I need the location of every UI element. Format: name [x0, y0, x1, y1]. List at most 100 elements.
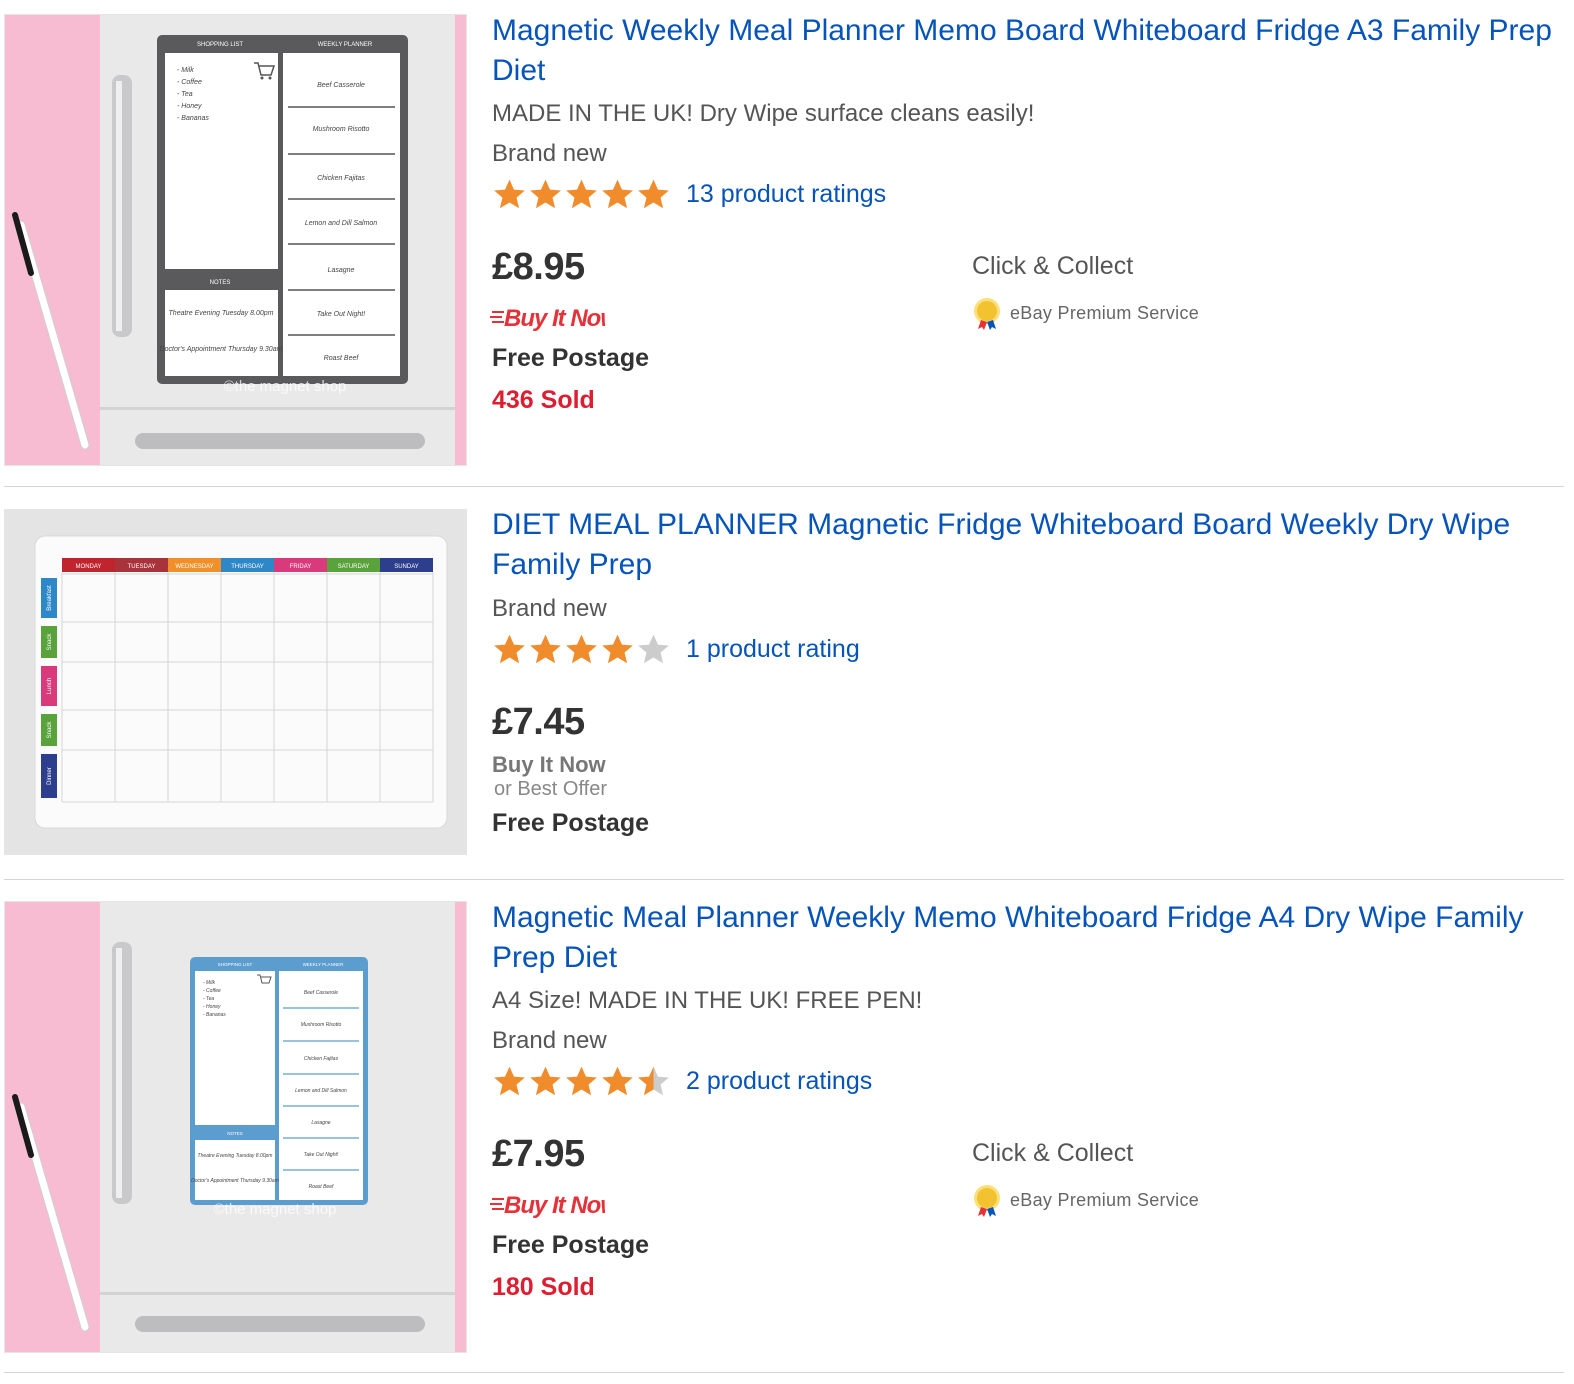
meal-text: Lasagne [311, 1120, 330, 1126]
planner-photo: SHOPPING LIST WEEKLY PLANNER - Milk - Co… [5, 902, 466, 1352]
click-collect-label: Click & Collect [972, 252, 1134, 280]
meal-text: Beef Casserole [317, 82, 365, 89]
star-filled-icon [566, 179, 597, 209]
list-item: - Milk [177, 67, 194, 74]
list-item: - Tea [203, 996, 214, 1002]
list-item: - Bananas [203, 1012, 226, 1018]
ratings-link[interactable]: 1 product rating [686, 635, 860, 664]
day-label: FRIDAY [290, 564, 312, 570]
listing-title[interactable]: Magnetic Meal Planner Weekly Memo Whiteb… [492, 898, 1562, 978]
day-label: SUNDAY [394, 564, 419, 570]
svg-text:Buy It Now: Buy It Now [504, 1192, 605, 1219]
sold-count: 436 Sold [492, 386, 595, 414]
rating-stars[interactable]: 1 product rating [492, 633, 860, 665]
click-collect-label: Click & Collect [972, 1139, 1134, 1167]
meal-text: Chicken Fajitas [317, 175, 365, 182]
meal-text: Roast Beef [309, 1184, 334, 1190]
meal-text: Lemon and Dill Salmon [295, 1088, 347, 1094]
rating-stars[interactable]: 2 product ratings [492, 1065, 872, 1097]
price: £8.95 [492, 246, 585, 288]
divider [4, 1372, 1564, 1373]
day-header-row: MONDAY TUESDAY WEDNESDAY THURSDAY FRIDAY SATU… [62, 558, 433, 572]
list-item: - Milk [203, 980, 215, 986]
list-item: - Bananas [177, 115, 209, 122]
star-rating [492, 178, 672, 210]
star-filled-icon [494, 1066, 525, 1096]
star-half-icon [638, 1066, 669, 1096]
price: £7.95 [492, 1133, 585, 1175]
star-filled-icon [602, 1066, 633, 1096]
meal-text: Take Out Night! [317, 311, 365, 318]
listing-title[interactable]: DIET MEAL PLANNER Magnetic Fridge Whiteb… [492, 505, 1562, 585]
list-item: - Coffee [177, 79, 202, 86]
shopping-header: SHOPPING LIST [218, 962, 253, 967]
shopping-header: SHOPPING LIST [197, 42, 243, 48]
list-item: - Coffee [203, 988, 221, 994]
price: £7.45 [492, 701, 585, 743]
rating-stars[interactable]: 13 product ratings [492, 178, 886, 210]
meal-text: Lasagne [328, 267, 355, 274]
ratings-link[interactable]: 13 product ratings [686, 180, 886, 209]
meal-text: Roast Beef [324, 355, 360, 362]
listing-thumbnail[interactable]: SHOPPING LIST WEEKLY PLANNER - Milk - Co… [4, 14, 467, 466]
meal-text: Chicken Fajitas [304, 1056, 339, 1062]
divider [4, 879, 1564, 880]
condition-label: Brand new [492, 595, 607, 622]
star-filled-icon [638, 179, 669, 209]
star-filled-icon [530, 634, 561, 664]
buy-it-now-logo: Buy It Now [490, 1185, 621, 1226]
meal-text: Mushroom Risotto [301, 1022, 342, 1028]
note-text: Doctor's Appointment Thursday 9.30am [160, 346, 283, 353]
buy-it-now-label: Buy It Now [492, 752, 606, 777]
planner-header: WEEKLY PLANNER [318, 42, 373, 48]
postage-label: Free Postage [492, 344, 650, 372]
listing-subtitle: MADE IN THE UK! Dry Wipe surface cleans … [492, 100, 1035, 127]
note-text: Theatre Evening Tuesday 8.00pm [198, 1153, 273, 1159]
day-label: SATURDAY [338, 564, 370, 570]
notes-header: NOTES [210, 280, 231, 286]
star-rating [492, 1065, 672, 1097]
divider [4, 486, 1564, 487]
postage-label: Free Postage [492, 809, 650, 837]
listing-thumbnail[interactable]: MONDAY TUESDAY WEDNESDAY THURSDAY FRIDAY SATU… [4, 509, 467, 855]
listing-thumbnail[interactable]: SHOPPING LIST WEEKLY PLANNER - Milk - Co… [4, 901, 467, 1353]
star-filled-icon [602, 634, 633, 664]
watermark: ©the magnet shop [214, 1201, 337, 1218]
planner-photo: SHOPPING LIST WEEKLY PLANNER - Milk - Co… [5, 15, 466, 465]
planner-header: WEEKLY PLANNER [303, 962, 345, 967]
premium-service: eBay Premium Service [970, 296, 1199, 330]
sold-count: 180 Sold [492, 1273, 595, 1301]
meal-label: Snack [47, 633, 53, 651]
star-filled-icon [602, 179, 633, 209]
meal-label: Lunch [47, 678, 53, 694]
planner-photo: MONDAY TUESDAY WEDNESDAY THURSDAY FRIDAY SATU… [5, 510, 466, 854]
condition-label: Brand new [492, 140, 607, 167]
star-filled-icon [566, 1066, 597, 1096]
svg-text:Buy It Now: Buy It Now [504, 305, 605, 332]
star-filled-icon [530, 179, 561, 209]
condition-label: Brand new [492, 1027, 607, 1054]
list-item: - Honey [203, 1004, 221, 1010]
premium-badge-icon [974, 1185, 1000, 1217]
note-text: Doctor's Appointment Thursday 9.30am [191, 1178, 279, 1184]
postage-label: Free Postage [492, 1231, 650, 1259]
watermark: ©the magnet shop [224, 378, 347, 395]
meal-text: Take Out Night! [304, 1152, 339, 1158]
meal-label: Snack [47, 721, 53, 739]
day-label: MONDAY [76, 564, 102, 570]
premium-service: eBay Premium Service [970, 1183, 1199, 1217]
best-offer-label: or Best Offer [494, 778, 608, 800]
notes-header: NOTES [227, 1131, 243, 1136]
day-label: THURSDAY [231, 564, 264, 570]
list-item: - Honey [177, 103, 202, 110]
star-rating [492, 633, 672, 665]
meal-label: Dinner [47, 767, 53, 785]
star-empty-icon [638, 634, 669, 664]
listing-subtitle: A4 Size! MADE IN THE UK! FREE PEN! [492, 987, 923, 1014]
star-filled-icon [494, 634, 525, 664]
ratings-link[interactable]: 2 product ratings [686, 1067, 872, 1096]
day-label: TUESDAY [128, 564, 156, 570]
list-item: - Tea [177, 91, 193, 98]
listing-title[interactable]: Magnetic Weekly Meal Planner Memo Board … [492, 11, 1562, 91]
note-text: Theatre Evening Tuesday 8.00pm [169, 310, 274, 317]
